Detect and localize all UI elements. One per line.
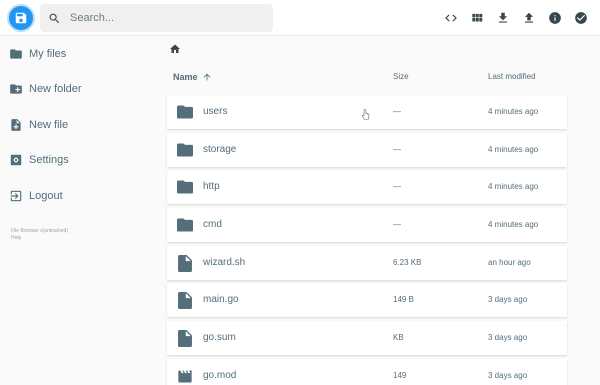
file-modified: 4 minutes ago [488,182,539,191]
save-disk-icon [15,12,27,24]
list-item[interactable]: main.go 149 B 3 days ago [167,283,567,317]
search-icon [46,10,62,26]
file-name: wizard.sh [203,257,246,268]
sidebar-item-logout[interactable]: Logout [0,179,165,213]
credits: File Browser v(untracked) Help [11,228,68,242]
column-size-header[interactable]: Size [393,72,409,81]
upload-icon[interactable] [519,8,539,28]
file-modified: 4 minutes ago [488,220,539,229]
home-icon [170,44,180,53]
info-icon[interactable] [545,8,565,28]
list-item[interactable]: http — 4 minutes ago [167,170,567,204]
search-box[interactable] [40,4,273,32]
column-modified-header[interactable]: Last modified [488,72,536,81]
sidebar-item-label: My files [29,48,67,60]
file-icon [176,254,194,272]
file-size: 149 [393,371,407,380]
column-name-label: Name [173,72,198,82]
listing-header: Name Size Last modified [167,68,567,88]
folder-icon [176,104,194,120]
arrow-up-icon [203,73,210,81]
file-modified: an hour ago [488,258,531,267]
mouse-pointer-icon [361,109,370,120]
file-modified: 4 minutes ago [488,145,539,154]
file-name: go.sum [203,332,236,343]
file-size: 149 B [393,295,414,304]
breadcrumb-home[interactable] [168,42,182,56]
list-item[interactable]: storage — 4 minutes ago [167,133,567,167]
list-item[interactable]: cmd — 4 minutes ago [167,208,567,242]
list-item[interactable]: wizard.sh 6.23 KB an hour ago [167,246,567,280]
sidebar-item-label: Logout [29,190,63,202]
create-folder-icon [9,82,23,96]
list-item[interactable]: go.mod 149 3 days ago [167,359,567,385]
file-modified: 3 days ago [488,333,528,342]
header-actions [441,8,591,28]
file-modified: 4 minutes ago [488,107,539,116]
file-size: — [393,182,401,191]
sidebar-item-my-files[interactable]: My files [0,37,165,71]
file-icon [176,329,194,347]
file-size: KB [393,333,404,342]
file-modified: 3 days ago [488,295,528,304]
version-text: File Browser v(untracked) [11,228,68,234]
file-name: users [203,106,228,117]
movie-icon [176,368,194,384]
sidebar-item-label: New file [29,119,69,131]
help-link[interactable]: Help [11,235,68,242]
select-check-icon[interactable] [571,8,591,28]
file-size: — [393,145,401,154]
sidebar-item-new-file[interactable]: New file [0,108,165,142]
folder-icon [9,47,23,61]
file-name: main.go [203,294,239,305]
grid-view-icon[interactable] [467,8,487,28]
sidebar-item-label: New folder [29,83,82,95]
column-name-header[interactable]: Name [173,72,212,82]
sidebar: My files New folder New file Settings Lo… [0,36,165,385]
file-size: — [393,107,401,116]
app-logo[interactable] [7,4,35,32]
folder-icon [176,142,194,158]
file-modified: 3 days ago [488,371,528,380]
sidebar-item-label: Settings [29,154,69,166]
folder-icon [176,217,194,233]
folder-icon [176,179,194,195]
code-view-icon[interactable] [441,8,461,28]
file-size: — [393,220,401,229]
logout-icon [9,189,23,203]
file-name: go.mod [203,370,237,381]
download-icon[interactable] [493,8,513,28]
file-name: storage [203,144,237,155]
note-add-icon [9,118,23,132]
header-bar [0,0,600,36]
settings-icon [9,153,23,167]
list-item[interactable]: go.sum KB 3 days ago [167,321,567,355]
sidebar-item-settings[interactable]: Settings [0,143,165,177]
file-size: 6.23 KB [393,258,422,267]
file-name: http [203,181,220,192]
file-icon [176,291,194,309]
sidebar-item-new-folder[interactable]: New folder [0,72,165,106]
file-name: cmd [203,219,222,230]
search-input[interactable] [70,12,260,24]
